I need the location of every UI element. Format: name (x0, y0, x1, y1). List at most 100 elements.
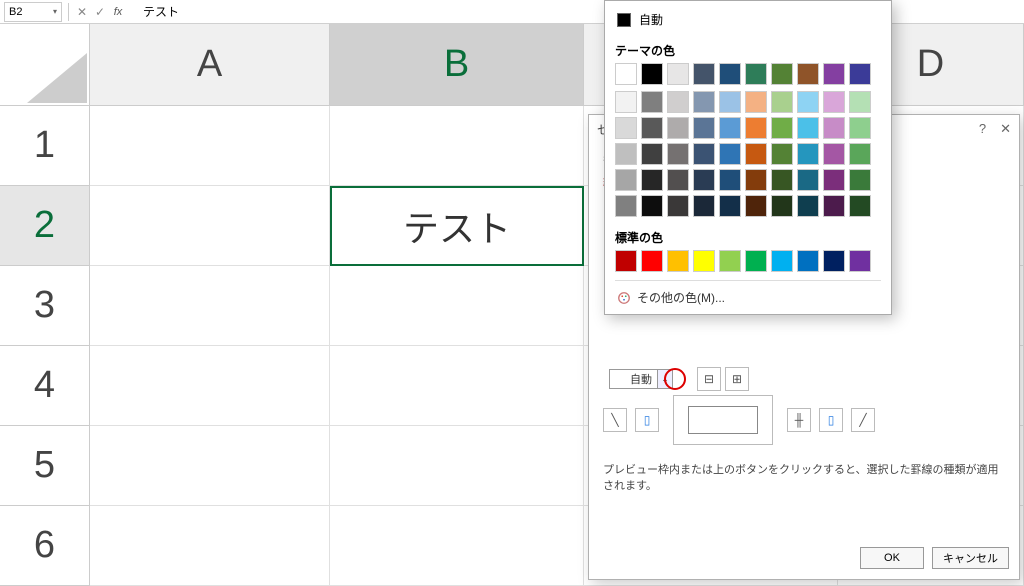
color-swatch[interactable] (719, 91, 741, 113)
name-box[interactable]: B2 ▾ (4, 2, 62, 22)
select-all-corner[interactable] (0, 24, 90, 106)
color-swatch[interactable] (797, 250, 819, 272)
cell-B4[interactable] (330, 346, 584, 426)
color-swatch[interactable] (745, 63, 767, 85)
color-swatch[interactable] (693, 195, 715, 217)
color-swatch[interactable] (771, 91, 793, 113)
color-swatch[interactable] (849, 250, 871, 272)
cell-A3[interactable] (90, 266, 330, 346)
color-swatch[interactable] (641, 91, 663, 113)
color-swatch[interactable] (693, 169, 715, 191)
color-swatch[interactable] (615, 195, 637, 217)
cell-A6[interactable] (90, 506, 330, 586)
color-swatch[interactable] (693, 63, 715, 85)
color-swatch[interactable] (745, 91, 767, 113)
color-swatch[interactable] (615, 169, 637, 191)
border-diag-up-button[interactable]: ╱ (851, 408, 875, 432)
cell-A2[interactable] (90, 186, 330, 266)
color-swatch[interactable] (641, 195, 663, 217)
color-swatch[interactable] (823, 250, 845, 272)
border-right-button[interactable]: ▯ (819, 408, 843, 432)
color-swatch[interactable] (693, 143, 715, 165)
border-left-button[interactable]: ▯ (635, 408, 659, 432)
cell-A4[interactable] (90, 346, 330, 426)
fx-icon[interactable]: fx (110, 4, 126, 20)
color-swatch[interactable] (771, 250, 793, 272)
col-header-A[interactable]: A (90, 24, 330, 106)
color-swatch[interactable] (719, 250, 741, 272)
color-swatch[interactable] (719, 143, 741, 165)
color-swatch[interactable] (719, 117, 741, 139)
cell-B2[interactable]: テスト (330, 186, 584, 266)
color-swatch[interactable] (797, 143, 819, 165)
border-top-button[interactable]: ⊟ (697, 367, 721, 391)
color-swatch[interactable] (719, 63, 741, 85)
color-swatch[interactable] (719, 195, 741, 217)
cell-A5[interactable] (90, 426, 330, 506)
color-swatch[interactable] (823, 91, 845, 113)
color-swatch[interactable] (667, 117, 689, 139)
color-swatch[interactable] (849, 91, 871, 113)
color-swatch[interactable] (849, 143, 871, 165)
color-swatch[interactable] (823, 143, 845, 165)
help-icon[interactable]: ? (979, 121, 986, 137)
color-swatch[interactable] (823, 117, 845, 139)
color-swatch[interactable] (849, 117, 871, 139)
close-icon[interactable]: ✕ (1000, 121, 1011, 137)
cell-B1[interactable] (330, 106, 584, 186)
more-colors-button[interactable]: その他の色(M)... (615, 280, 881, 310)
color-swatch[interactable] (849, 63, 871, 85)
row-header-4[interactable]: 4 (0, 346, 90, 426)
color-swatch[interactable] (641, 169, 663, 191)
color-swatch[interactable] (771, 195, 793, 217)
color-swatch[interactable] (823, 195, 845, 217)
col-header-B[interactable]: B (330, 24, 584, 106)
color-swatch[interactable] (771, 143, 793, 165)
color-swatch[interactable] (745, 117, 767, 139)
color-swatch[interactable] (641, 143, 663, 165)
color-swatch[interactable] (797, 63, 819, 85)
color-swatch[interactable] (615, 91, 637, 113)
cancel-button[interactable]: キャンセル (932, 547, 1009, 569)
border-inner-h-button[interactable]: ⊞ (725, 367, 749, 391)
color-swatch[interactable] (615, 250, 637, 272)
row-header-1[interactable]: 1 (0, 106, 90, 186)
cancel-icon[interactable]: ✕ (74, 4, 90, 20)
border-inner-v-button[interactable]: ╫ (787, 408, 811, 432)
color-swatch[interactable] (823, 63, 845, 85)
cell-B5[interactable] (330, 426, 584, 506)
color-swatch[interactable] (693, 117, 715, 139)
color-swatch[interactable] (667, 143, 689, 165)
color-swatch[interactable] (719, 169, 741, 191)
color-swatch[interactable] (641, 63, 663, 85)
color-swatch[interactable] (693, 250, 715, 272)
chevron-down-icon[interactable]: ⌄ (657, 369, 673, 389)
cell-B6[interactable] (330, 506, 584, 586)
row-header-3[interactable]: 3 (0, 266, 90, 346)
row-header-5[interactable]: 5 (0, 426, 90, 506)
color-swatch[interactable] (667, 169, 689, 191)
color-swatch[interactable] (797, 195, 819, 217)
border-preview[interactable] (673, 395, 773, 445)
color-swatch[interactable] (745, 250, 767, 272)
color-swatch[interactable] (797, 91, 819, 113)
color-swatch[interactable] (745, 143, 767, 165)
color-swatch[interactable] (771, 117, 793, 139)
color-swatch[interactable] (615, 143, 637, 165)
color-swatch[interactable] (797, 117, 819, 139)
color-swatch[interactable] (745, 169, 767, 191)
color-swatch[interactable] (745, 195, 767, 217)
color-swatch[interactable] (667, 250, 689, 272)
border-diag-down-button[interactable]: ╲ (603, 408, 627, 432)
color-swatch[interactable] (615, 63, 637, 85)
color-swatch[interactable] (693, 91, 715, 113)
ok-button[interactable]: OK (860, 547, 924, 569)
color-swatch[interactable] (797, 169, 819, 191)
color-swatch[interactable] (849, 169, 871, 191)
row-header-2[interactable]: 2 (0, 186, 90, 266)
color-swatch[interactable] (667, 91, 689, 113)
auto-color-row[interactable]: 自動 (615, 9, 881, 36)
color-swatch[interactable] (849, 195, 871, 217)
color-swatch[interactable] (771, 63, 793, 85)
color-swatch[interactable] (667, 63, 689, 85)
